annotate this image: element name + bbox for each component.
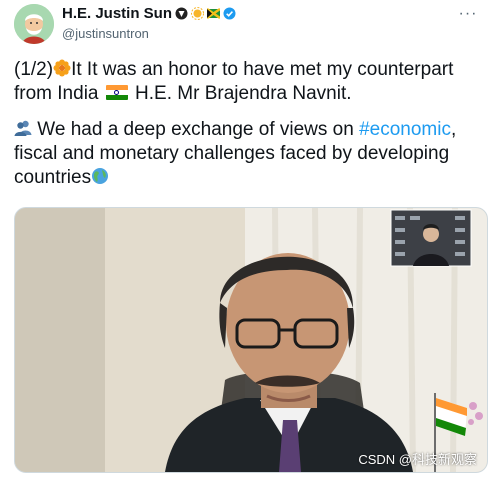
people-emoji-icon <box>14 120 32 136</box>
flower-emoji-icon <box>53 59 71 77</box>
avatar[interactable] <box>14 4 54 44</box>
tweet-text: (1/2) It It was an honor to have met my … <box>14 58 486 190</box>
verified-badge-icon <box>223 7 236 20</box>
flag-emoji-icon <box>207 7 221 20</box>
sun-emoji-icon <box>191 7 205 20</box>
tweet-text-part-3: We had a deep exchange of views on <box>32 119 360 140</box>
watermark: CSDN @科技新观察 <box>358 452 477 467</box>
tweet-text-part-2: H.E. Mr Brajendra Navnit. <box>129 83 352 104</box>
video-call-image <box>15 208 487 472</box>
affiliate-badge-icon <box>175 7 188 20</box>
tweet-media[interactable]: CSDN @科技新观察 <box>14 207 488 473</box>
hashtag-link[interactable]: #economic <box>359 119 451 140</box>
thread-count: (1/2) <box>14 59 54 80</box>
india-flag-icon <box>105 85 128 100</box>
tweet-paragraph-2: We had a deep exchange of views on #econ… <box>14 118 486 190</box>
avatar-icon <box>14 4 54 44</box>
globe-emoji-icon <box>92 168 109 184</box>
author-handle[interactable]: @justinsuntron <box>62 26 149 41</box>
author-name[interactable]: H.E. Justin Sun <box>62 5 172 22</box>
more-icon[interactable]: ··· <box>456 6 480 26</box>
tweet-header: H.E. Justin Sun @justinsuntron ··· <box>14 4 486 48</box>
tweet-paragraph-1: (1/2) It It was an honor to have met my … <box>14 58 486 106</box>
